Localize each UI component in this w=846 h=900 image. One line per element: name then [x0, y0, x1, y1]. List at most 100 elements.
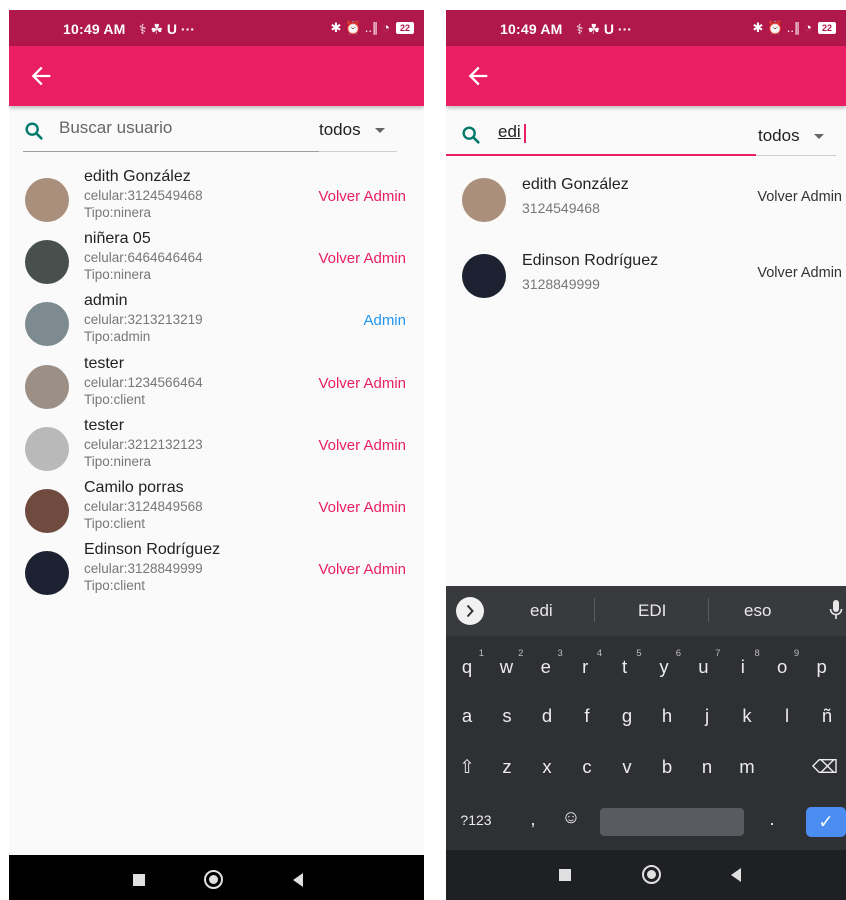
avatar [25, 426, 69, 471]
user-phone: celular:3212132123 [84, 436, 203, 452]
key-number-hint: 5 [636, 648, 642, 659]
period-key[interactable]: . [757, 808, 787, 830]
app-bar [446, 46, 846, 106]
user-type: Tipo:ninera [84, 267, 152, 283]
status-right-icons: ✱ ⏰ ..∥ ◔ 22 [752, 20, 836, 36]
key-a[interactable]: a [452, 705, 482, 727]
chevron-right-icon [466, 604, 474, 618]
key-r[interactable]: r4 [570, 648, 602, 678]
search-result-item: Edinson Rodríguez 3128849999 Volver Admin [446, 252, 846, 308]
type-filter-dropdown[interactable]: todos [758, 126, 824, 146]
avatar [462, 178, 506, 222]
key-number-hint: 9 [793, 648, 800, 659]
type-filter-dropdown[interactable]: todos [319, 120, 385, 140]
navigation-bar [9, 855, 424, 900]
navigation-bar [446, 850, 846, 900]
key-w[interactable]: w2 [491, 648, 524, 678]
user-phone: celular:3213213219 [84, 312, 203, 328]
key-number-hint: 2 [518, 648, 524, 659]
suggestion-3[interactable]: eso [744, 601, 771, 621]
notification-icons: ⚕ ☘ U ··· [139, 21, 195, 37]
user-phone: celular:3124849568 [84, 499, 203, 514]
text-cursor [524, 124, 526, 143]
key-e[interactable]: e3 [531, 648, 563, 678]
key-z[interactable]: z [492, 756, 522, 778]
key-q[interactable]: q1 [452, 648, 484, 678]
user-name: tester [84, 416, 125, 434]
suggestions-expand-button[interactable] [456, 597, 484, 625]
key-f[interactable]: f [572, 705, 602, 727]
volver-admin-button[interactable]: Volver Admin [318, 250, 406, 267]
symbols-key[interactable]: ?123 [458, 812, 494, 828]
comma-key[interactable]: , [518, 808, 548, 830]
user-phone: 3124549468 [522, 200, 600, 216]
microphone-icon[interactable] [828, 598, 844, 622]
key-u[interactable]: u7 [688, 648, 720, 678]
enter-key[interactable]: ✓ [806, 807, 846, 837]
volver-admin-button[interactable]: Volver Admin [757, 265, 842, 281]
key-m[interactable]: m [732, 756, 762, 778]
battery-icon: 22 [817, 22, 836, 34]
key-letter: r [582, 656, 589, 677]
nav-back-icon[interactable] [293, 873, 303, 887]
key-h[interactable]: h [652, 705, 682, 727]
key-c[interactable]: c [572, 756, 602, 778]
back-arrow-icon[interactable] [27, 62, 55, 90]
key-d[interactable]: d [532, 705, 562, 727]
backspace-icon[interactable]: ⌫ [810, 756, 840, 778]
user-name: tester [84, 354, 125, 372]
app-bar [9, 46, 424, 106]
search-input[interactable]: Buscar usuario [23, 114, 319, 152]
admin-badge-button[interactable]: Admin [363, 312, 406, 329]
key-g[interactable]: g [612, 705, 642, 727]
key-y[interactable]: y6 [649, 648, 681, 678]
key-l[interactable]: l [772, 705, 802, 727]
recents-icon[interactable] [133, 874, 145, 886]
volver-admin-button[interactable]: Volver Admin [757, 189, 842, 205]
search-row: edi todos [446, 118, 846, 156]
space-bar[interactable] [600, 808, 744, 836]
volver-admin-button[interactable]: Volver Admin [318, 188, 406, 205]
user-phone: celular:3128849999 [84, 561, 203, 577]
key-k[interactable]: k [732, 705, 762, 727]
user-name: Edinson Rodríguez [84, 541, 221, 559]
suggestion-1[interactable]: edi [530, 601, 553, 621]
key-j[interactable]: j [692, 705, 722, 727]
home-icon[interactable] [642, 865, 661, 884]
volver-admin-button[interactable]: Volver Admin [318, 561, 406, 578]
key-letter: w [499, 656, 514, 677]
key-b[interactable]: b [652, 756, 682, 778]
avatar [25, 240, 69, 285]
user-type: Tipo:client [84, 391, 146, 407]
key-x[interactable]: x [532, 756, 562, 778]
back-arrow-icon[interactable] [464, 62, 492, 90]
volver-admin-button[interactable]: Volver Admin [318, 499, 406, 516]
avatar [25, 178, 69, 222]
key-i[interactable]: i8 [728, 648, 760, 678]
key-s[interactable]: s [492, 705, 522, 727]
search-input[interactable]: edi [446, 118, 756, 156]
key-t[interactable]: t5 [610, 648, 642, 678]
key-n[interactable]: n [692, 756, 722, 778]
user-name: edith González [84, 168, 191, 185]
emoji-icon[interactable]: ☺ [556, 806, 586, 828]
key-p[interactable]: p [807, 656, 837, 678]
key-letter: o [777, 656, 788, 677]
key-number-hint: 6 [675, 648, 681, 659]
volver-admin-button[interactable]: Volver Admin [318, 375, 406, 392]
recents-icon[interactable] [559, 869, 571, 881]
search-icon [462, 126, 480, 144]
nav-back-icon[interactable] [731, 868, 741, 882]
user-type: Tipo:admin [84, 329, 151, 345]
key-v[interactable]: v [612, 756, 642, 778]
filter-value: todos [758, 126, 800, 145]
shift-icon[interactable]: ⇧ [452, 756, 482, 778]
suggestion-2[interactable]: EDI [638, 601, 666, 621]
home-icon[interactable] [204, 870, 223, 889]
avatar [25, 364, 69, 409]
volver-admin-button[interactable]: Volver Admin [318, 437, 406, 454]
key-ñ[interactable]: ñ [812, 705, 842, 727]
search-query: edi [498, 122, 521, 141]
key-o[interactable]: o9 [767, 648, 799, 678]
user-type: Tipo:client [84, 516, 146, 531]
